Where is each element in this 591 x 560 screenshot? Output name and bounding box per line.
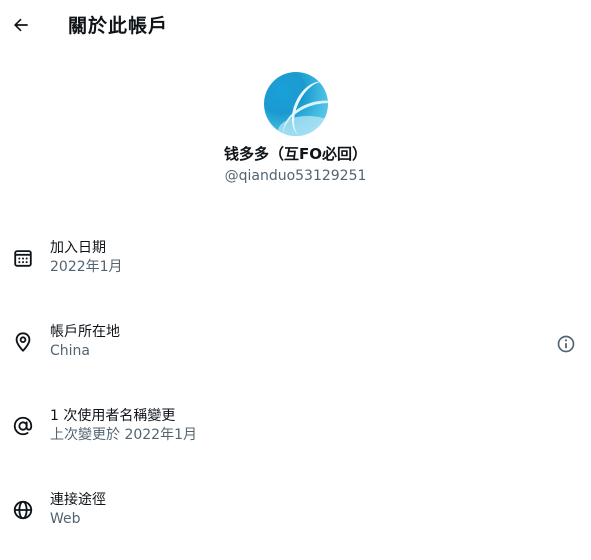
avatar[interactable]: [263, 72, 328, 136]
arrow-left-icon: [14, 18, 28, 32]
row-value: 上次變更於 2022年1月: [50, 427, 197, 443]
row-label: 1 次使用者名稱變更: [50, 408, 176, 424]
profile-summary: 钱多多（互FO必回） @qianduo53129251: [0, 72, 591, 185]
at-sign-icon: [12, 415, 34, 437]
page-title: 關於此帳戶: [68, 15, 169, 37]
row-connected-via[interactable]: 連接途徑 Web: [0, 491, 591, 551]
row-label: 加入日期: [50, 240, 106, 256]
row-label: 帳戶所在地: [50, 324, 120, 340]
row-username-changes[interactable]: 1 次使用者名稱變更 上次變更於 2022年1月: [0, 407, 591, 467]
row-label: 連接途徑: [50, 492, 106, 508]
row-value: Web: [50, 511, 81, 527]
display-name: 钱多多（互FO必回）: [224, 145, 367, 163]
info-icon[interactable]: [554, 332, 578, 356]
row-join-date[interactable]: 加入日期 2022年1月: [0, 239, 591, 299]
row-value: 2022年1月: [50, 259, 123, 275]
row-value: China: [50, 343, 90, 359]
header: 關於此帳戶: [0, 0, 591, 53]
row-account-location[interactable]: 帳戶所在地 China: [0, 323, 591, 383]
calendar-icon: [12, 247, 34, 269]
globe-icon: [12, 499, 34, 521]
back-button[interactable]: [4, 8, 38, 42]
user-handle: @qianduo53129251: [224, 168, 367, 184]
location-pin-icon: [12, 331, 34, 353]
